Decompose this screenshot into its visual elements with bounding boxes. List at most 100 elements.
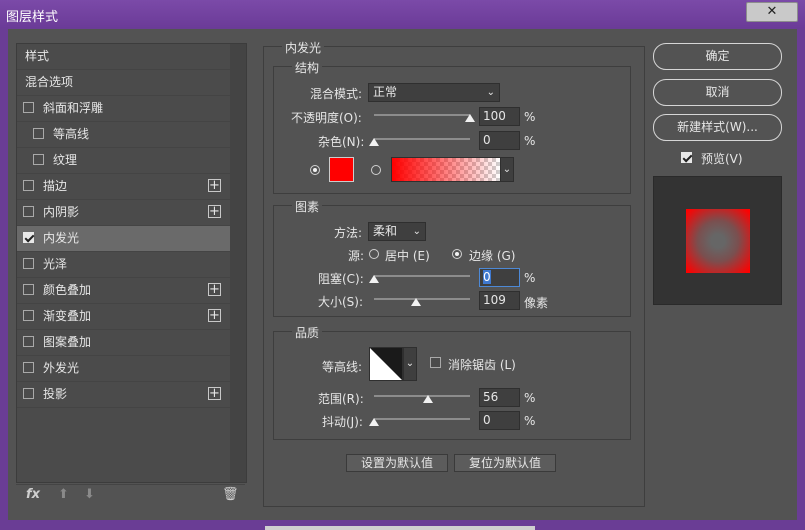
reset-default-button[interactable]: 复位为默认值: [454, 454, 556, 472]
jitter-label: 抖动(J):: [322, 415, 363, 429]
choke-label: 阻塞(C):: [318, 272, 364, 286]
new-style-button[interactable]: 新建样式(W)...: [653, 114, 782, 141]
style-checkbox[interactable]: [23, 310, 34, 321]
style-list-item[interactable]: 样式: [17, 44, 230, 70]
style-preview: [653, 176, 782, 305]
cancel-button[interactable]: 取消: [653, 79, 782, 106]
jitter-input[interactable]: 0: [479, 411, 520, 430]
style-list-item[interactable]: 颜色叠加 +: [17, 278, 230, 304]
inner-glow-panel: 内发光 结构 混合模式: 正常 ⌄ 不透明度(O): 100 % 杂色(N): …: [263, 39, 645, 507]
noise-percent: %: [524, 134, 536, 148]
style-list: 样式混合选项斜面和浮雕等高线纹理描边 + 内阴影 + 内发光 光泽 颜色叠加 + 渐变叠加 + 图案…: [17, 44, 230, 408]
style-list-item-label: 等高线: [53, 127, 90, 141]
add-effect-plus-icon[interactable]: +: [208, 179, 221, 192]
style-list-item-label: 外发光: [43, 361, 80, 375]
style-list-item[interactable]: 纹理: [17, 148, 230, 174]
solid-color-radio[interactable]: [310, 165, 320, 175]
technique-value: 柔和: [373, 224, 398, 238]
style-list-item[interactable]: 斜面和浮雕: [17, 96, 230, 122]
source-center-radio[interactable]: [369, 249, 379, 259]
add-effect-plus-icon[interactable]: +: [208, 205, 221, 218]
choke-slider-track[interactable]: [374, 275, 470, 277]
trash-icon[interactable]: 🗑: [222, 487, 239, 502]
jitter-slider-thumb[interactable]: [369, 418, 379, 426]
gradient-radio[interactable]: [371, 165, 381, 175]
window-bottom-edge: [0, 521, 805, 530]
range-input[interactable]: 56: [479, 388, 520, 407]
size-slider-thumb[interactable]: [410, 298, 421, 306]
style-checkbox[interactable]: [33, 154, 44, 165]
contour-picker[interactable]: [369, 347, 403, 381]
gradient-picker[interactable]: [391, 157, 501, 182]
style-list-item-label: 混合选项: [25, 75, 74, 89]
jitter-slider-track[interactable]: [374, 418, 470, 420]
style-list-item-label: 描边: [43, 179, 68, 193]
style-list-item[interactable]: 等高线: [17, 122, 230, 148]
style-list-toolbar: fx ⬆ ⬇ 🗑: [16, 484, 245, 507]
opacity-slider-thumb[interactable]: [465, 114, 475, 122]
style-list-item[interactable]: 外发光: [17, 356, 230, 382]
style-checkbox[interactable]: [23, 102, 34, 113]
preview-label: 预览(V): [701, 152, 743, 166]
style-list-item[interactable]: 渐变叠加 +: [17, 304, 230, 330]
style-list-item[interactable]: 光泽: [17, 252, 230, 278]
style-checkbox[interactable]: [23, 180, 34, 191]
opacity-input[interactable]: 100: [479, 107, 520, 126]
move-down-icon[interactable]: ⬇: [84, 487, 95, 502]
choke-slider-thumb[interactable]: [369, 275, 379, 283]
style-checkbox[interactable]: [23, 362, 34, 373]
choke-percent: %: [524, 271, 536, 285]
technique-dropdown[interactable]: 柔和 ⌄: [368, 222, 426, 241]
add-effect-plus-icon[interactable]: +: [208, 283, 221, 296]
add-effect-plus-icon[interactable]: +: [208, 309, 221, 322]
style-checkbox[interactable]: [23, 206, 34, 217]
style-checkbox[interactable]: [23, 388, 34, 399]
style-list-item-label: 纹理: [53, 153, 78, 167]
blend-mode-label: 混合模式:: [310, 87, 363, 101]
contour-dropdown-chevron-icon[interactable]: ⌄: [403, 347, 417, 381]
choke-input[interactable]: 0: [479, 268, 520, 287]
style-checkbox[interactable]: [23, 232, 34, 243]
range-slider-thumb[interactable]: [422, 395, 433, 403]
style-list-scrollbar[interactable]: [230, 44, 246, 482]
size-input[interactable]: 109: [479, 291, 520, 310]
style-list-item[interactable]: 混合选项: [17, 70, 230, 96]
noise-slider-track[interactable]: [374, 138, 470, 140]
source-label: 源:: [348, 249, 365, 263]
style-list-item[interactable]: 投影 +: [17, 382, 230, 408]
size-slider-track[interactable]: [374, 298, 470, 300]
noise-slider-thumb[interactable]: [369, 138, 379, 146]
contour-label: 等高线:: [322, 360, 363, 374]
chevron-down-icon: ⌄: [412, 226, 421, 237]
style-checkbox[interactable]: [23, 258, 34, 269]
antialias-checkbox[interactable]: [430, 357, 441, 368]
opacity-slider-track[interactable]: [374, 114, 470, 116]
preview-checkbox[interactable]: [681, 152, 692, 163]
style-list-item-label: 样式: [25, 49, 50, 63]
style-checkbox[interactable]: [23, 284, 34, 295]
quality-section: 品质 等高线: ⌄ 消除锯齿 (L) 范围(R): 56 % 抖动(J): 0 …: [273, 324, 631, 440]
close-button[interactable]: ✕: [746, 2, 798, 22]
style-list-item[interactable]: 描边 +: [17, 174, 230, 200]
add-effect-plus-icon[interactable]: +: [208, 387, 221, 400]
noise-input[interactable]: 0: [479, 131, 520, 150]
structure-title: 结构: [292, 59, 323, 76]
ok-button[interactable]: 确定: [653, 43, 782, 70]
style-list-item[interactable]: 内阴影 +: [17, 200, 230, 226]
move-up-icon[interactable]: ⬆: [58, 487, 69, 502]
opacity-label: 不透明度(O):: [291, 111, 362, 125]
gradient-dropdown-chevron-icon[interactable]: ⌄: [500, 157, 514, 182]
style-list-item[interactable]: 图案叠加: [17, 330, 230, 356]
elements-title: 图素: [292, 198, 323, 215]
style-list-item[interactable]: 内发光: [17, 226, 230, 252]
fx-menu-icon[interactable]: fx: [26, 487, 40, 502]
quality-title: 品质: [292, 324, 323, 341]
style-checkbox[interactable]: [23, 336, 34, 347]
style-checkbox[interactable]: [33, 128, 44, 139]
style-list-item-label: 内阴影: [43, 205, 80, 219]
make-default-button[interactable]: 设置为默认值: [346, 454, 448, 472]
technique-label: 方法:: [334, 226, 363, 240]
blend-mode-dropdown[interactable]: 正常 ⌄: [368, 83, 500, 102]
source-edge-radio[interactable]: [452, 249, 462, 259]
glow-color-swatch[interactable]: [329, 157, 354, 182]
